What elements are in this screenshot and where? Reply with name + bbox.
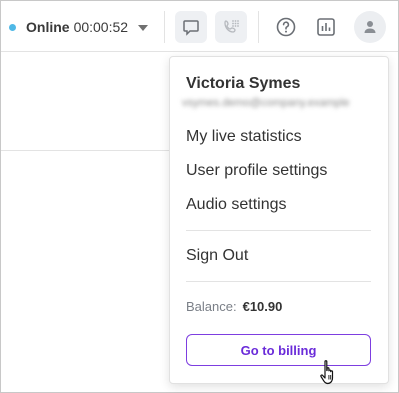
status-selector[interactable]: Online 00:00:52 [9, 17, 149, 37]
phone-button[interactable] [215, 11, 247, 43]
user-name: Victoria Symes [186, 75, 301, 92]
menu-item-sign-out[interactable]: Sign Out [186, 247, 248, 265]
chat-icon [183, 20, 199, 36]
divider [164, 11, 165, 43]
content-divider [1, 150, 171, 151]
menu-item-live-statistics[interactable]: My live statistics [186, 128, 302, 146]
chat-button[interactable] [175, 11, 207, 43]
chevron-down-icon[interactable] [138, 25, 149, 31]
go-to-billing-button[interactable]: Go to billing [186, 334, 371, 366]
balance: Balance: €10.90 [186, 299, 282, 314]
status-dot [9, 23, 16, 31]
app-window: Online 00:00:52 Victoria Symes vsymes.de… [0, 0, 399, 393]
status-label: Online [26, 19, 70, 35]
hand-pointer-cursor-icon [320, 360, 334, 385]
help-icon [276, 17, 296, 37]
user-avatar-icon [364, 21, 376, 33]
help-button[interactable] [270, 11, 302, 43]
status-timer: 00:00:52 [73, 19, 129, 35]
top-bar: Online 00:00:52 [1, 1, 398, 52]
divider [258, 11, 259, 43]
user-dropdown-menu: Victoria Symes vsymes.demo@company.examp… [169, 56, 389, 384]
user-email: vsymes.demo@company.example [182, 97, 350, 109]
phone-dialpad-icon [224, 20, 239, 33]
menu-item-profile-settings[interactable]: User profile settings [186, 162, 327, 180]
menu-item-audio-settings[interactable]: Audio settings [186, 196, 287, 214]
menu-divider [186, 281, 371, 282]
user-menu-button[interactable] [354, 11, 386, 43]
menu-divider [186, 230, 371, 231]
balance-label: Balance: [186, 299, 237, 314]
statistics-button[interactable] [310, 11, 342, 43]
balance-value: €10.90 [242, 299, 283, 314]
statistics-icon [317, 18, 335, 36]
